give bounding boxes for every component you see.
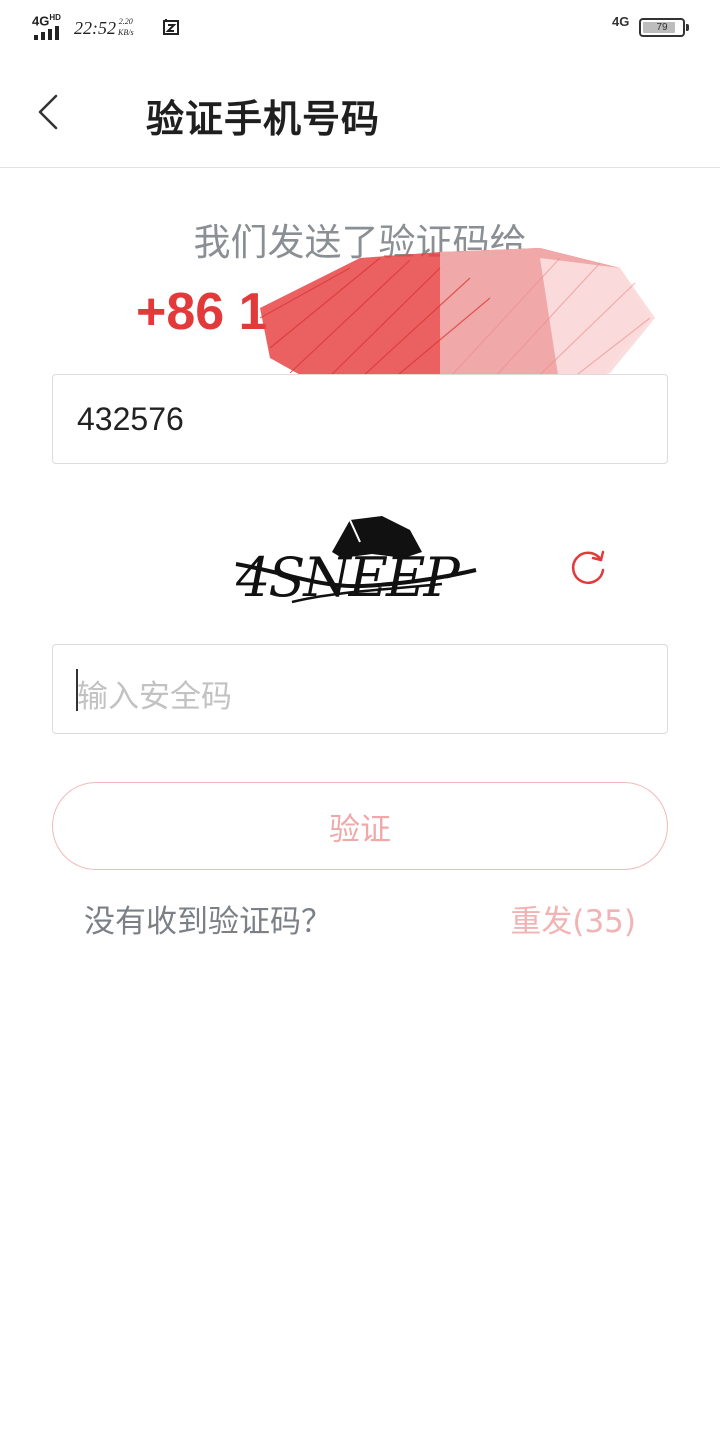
captcha-image[interactable]: 4SNEEP — [232, 512, 484, 612]
refresh-icon — [571, 550, 605, 584]
no-code-text: 没有收到验证码？ — [84, 904, 332, 940]
clock: 22:52 — [74, 18, 116, 38]
network-speed: 2.20 KB/s — [118, 17, 134, 37]
resend-button[interactable]: 重发(35) — [510, 896, 636, 941]
header: 验证手机号码 — [0, 56, 720, 168]
verify-button[interactable]: 验证 — [52, 782, 668, 870]
secure-code-placeholder: 输入安全码 — [77, 679, 232, 715]
app-notification-icon — [163, 19, 179, 35]
battery-icon: 79 — [639, 18, 689, 37]
back-button[interactable] — [26, 84, 70, 140]
page-title: 验证手机号码 — [146, 97, 381, 141]
verification-code-field[interactable]: 432576 — [52, 374, 668, 464]
secure-code-input[interactable]: 输入安全码 — [52, 644, 668, 734]
refresh-captcha-button[interactable] — [566, 544, 610, 588]
signal-icon — [34, 26, 64, 40]
verification-code-value: 432576 — [77, 401, 184, 437]
status-bar: 4GHD 22:52 2.20 KB/s 4G 79 — [0, 0, 720, 56]
mobile-data-indicator: 4G — [612, 14, 630, 29]
chevron-left-icon — [38, 94, 58, 130]
